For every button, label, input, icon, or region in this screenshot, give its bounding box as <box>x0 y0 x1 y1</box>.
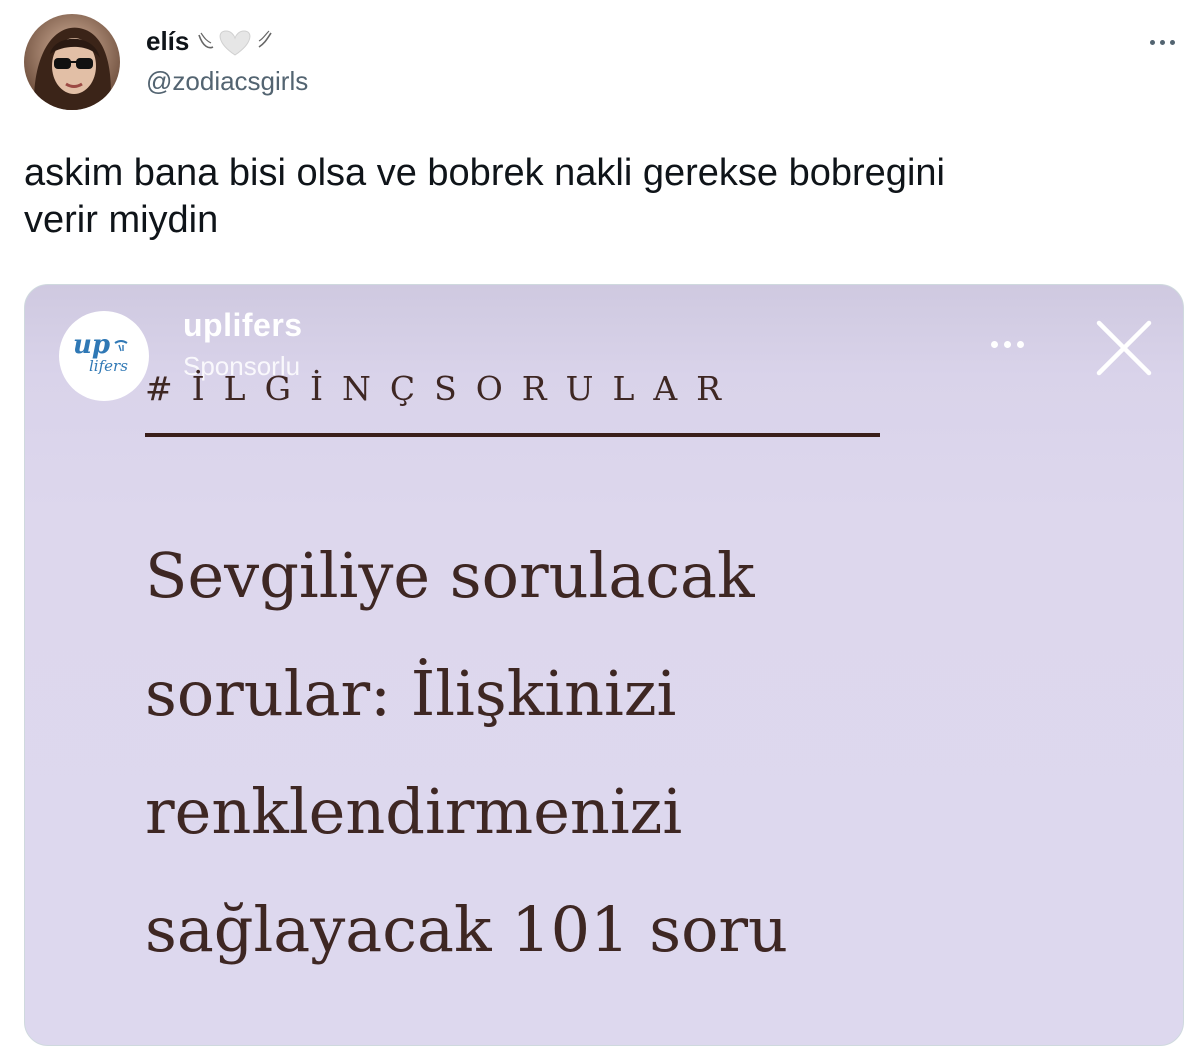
headline-line: renklendirmenizi <box>145 775 683 848</box>
divider <box>145 433 880 437</box>
logo-text-bottom: lifers <box>89 357 128 375</box>
tweet-text-line: verir miydin <box>24 199 219 241</box>
hashtag-title: #İLGİNÇSORULAR <box>145 369 741 408</box>
display-name[interactable]: elís <box>146 26 275 57</box>
story-more-icon[interactable] <box>991 341 1024 348</box>
angel-heart-emoji <box>198 29 273 56</box>
display-name-text: elís <box>146 26 190 56</box>
tweet-media-image[interactable]: up lifers uplifers Sponsorlu #İLGİNÇSORU… <box>24 284 1184 1046</box>
tweet-text: askim bana bisi olsa ve bobrek nakli ger… <box>24 150 1174 244</box>
story-account-name[interactable]: uplifers <box>183 307 303 344</box>
close-icon[interactable] <box>1093 317 1155 379</box>
headline-line: sorular: İlişkinizi <box>145 657 677 730</box>
avatar[interactable] <box>24 14 120 110</box>
more-icon[interactable] <box>1140 30 1184 54</box>
headline: Sevgiliye sorulacak sorular: İlişkinizi … <box>145 517 1045 989</box>
logo-text-top: up <box>73 330 110 360</box>
uplifers-logo: up lifers <box>59 311 149 401</box>
headline-line: Sevgiliye sorulacak <box>145 539 755 612</box>
tweet: elís @zodiacsgirls askim bana bisi olsa … <box>0 0 1200 1046</box>
tweet-text-line: askim bana bisi olsa ve bobrek nakli ger… <box>24 152 945 194</box>
headline-line: sağlayacak 101 soru <box>145 893 788 966</box>
handle[interactable]: @zodiacsgirls <box>146 66 308 97</box>
